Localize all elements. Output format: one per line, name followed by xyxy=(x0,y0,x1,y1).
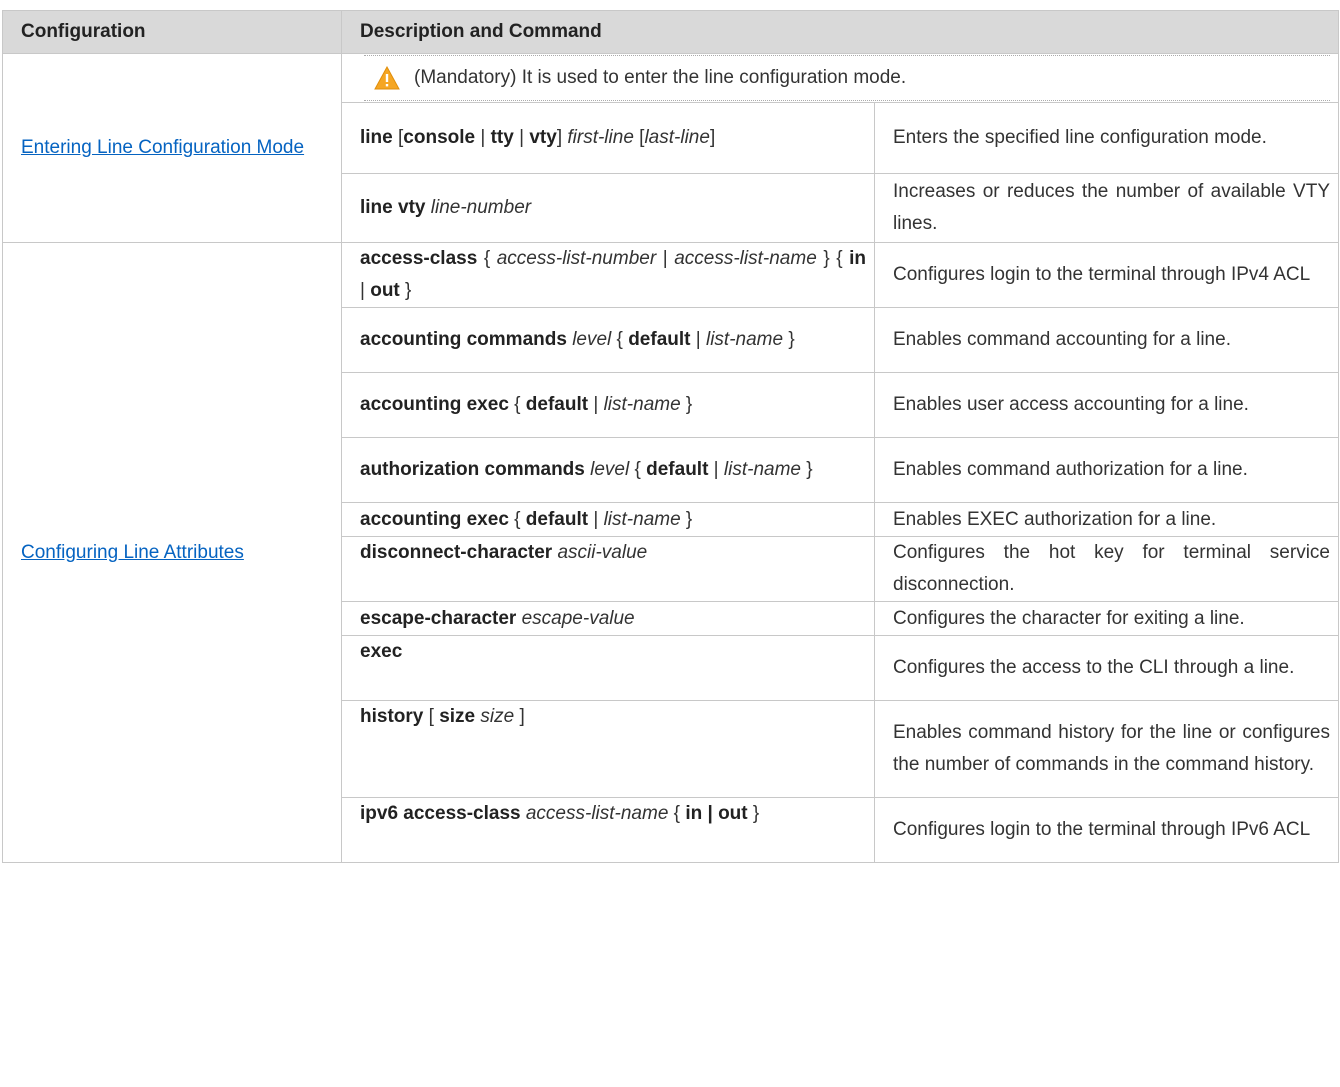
table-header-row: Configuration Description and Command xyxy=(2,10,1339,54)
note-cell: (Mandatory) It is used to enter the line… xyxy=(341,53,1339,103)
command-cell: authorization commands level { default |… xyxy=(341,437,875,503)
header-configuration: Configuration xyxy=(2,10,342,54)
description-cell: Configures the access to the CLI through… xyxy=(874,635,1339,701)
description-cell: Enables EXEC authorization for a line. xyxy=(874,502,1339,537)
description-cell: Enables command history for the line or … xyxy=(874,700,1339,798)
description-cell: Enters the specified line configuration … xyxy=(874,102,1339,174)
description-cell: Increases or reduces the number of avail… xyxy=(874,173,1339,243)
command-cell: line [console | tty | vty] first-line [l… xyxy=(341,102,875,174)
warning-icon xyxy=(374,66,400,90)
command-cell: line vty line-number xyxy=(341,173,875,243)
description-cell: Configures login to the terminal through… xyxy=(874,242,1339,308)
description-cell: Configures the character for exiting a l… xyxy=(874,601,1339,636)
command-cell: ipv6 access-class access-list-name { in … xyxy=(341,797,875,863)
command-cell: exec xyxy=(341,635,875,701)
command-cell: escape-character escape-value xyxy=(341,601,875,636)
description-cell: Enables user access accounting for a lin… xyxy=(874,372,1339,438)
command-cell: accounting commands level { default | li… xyxy=(341,307,875,373)
description-cell: Enables command authorization for a line… xyxy=(874,437,1339,503)
command-cell: disconnect-character ascii-value xyxy=(341,536,875,602)
header-description-command: Description and Command xyxy=(341,10,1339,54)
table-row: Entering Line Configuration Mode (Mandat… xyxy=(2,53,1339,243)
description-cell: Configures the hot key for terminal serv… xyxy=(874,536,1339,602)
configuration-table: Configuration Description and Command En… xyxy=(2,10,1339,863)
description-cell: Configures login to the terminal through… xyxy=(874,797,1339,863)
section-cell: Entering Line Configuration Mode xyxy=(2,53,342,243)
command-cell: history [ size size ] xyxy=(341,700,875,798)
command-cell: accounting exec { default | list-name } xyxy=(341,502,875,537)
command-cell: accounting exec { default | list-name } xyxy=(341,372,875,438)
table-row: Configuring Line Attributes access-class… xyxy=(2,242,1339,863)
command-cell: access-class { access-list-number | acce… xyxy=(341,242,875,308)
note-text: (Mandatory) It is used to enter the line… xyxy=(414,67,907,88)
description-cell: Enables command accounting for a line. xyxy=(874,307,1339,373)
section-cell: Configuring Line Attributes xyxy=(2,242,342,863)
link-configuring-line-attributes[interactable]: Configuring Line Attributes xyxy=(21,542,244,563)
link-entering-line-configuration-mode[interactable]: Entering Line Configuration Mode xyxy=(21,137,304,158)
